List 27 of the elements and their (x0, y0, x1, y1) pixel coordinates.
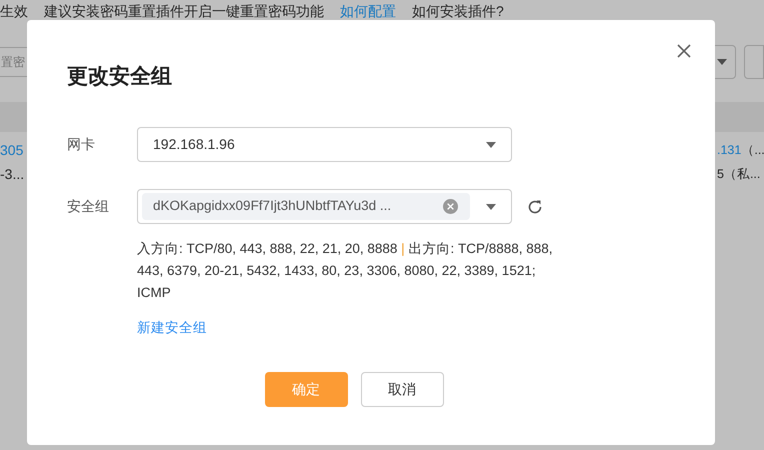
config-link[interactable]: 如何配置 (340, 0, 396, 22)
caret-icon (486, 204, 496, 210)
security-group-select[interactable]: dKOKapgidxx09Ff7Ijt3hUNbtfTAYu3d ... (137, 189, 512, 224)
field-label: 网卡 (67, 135, 96, 154)
status-text: 生效 (0, 2, 28, 20)
ip-text: 5 (717, 166, 724, 183)
cancel-button[interactable]: 取消 (360, 372, 444, 408)
ip-note: （私... (724, 166, 760, 183)
dialog-title: 更改安全组 (67, 64, 173, 90)
tag-chip: dKOKapgidxx09Ff7Ijt3hUNbtfTAYu3d ... (142, 193, 470, 220)
close-icon[interactable] (677, 44, 691, 58)
refresh-icon[interactable] (527, 198, 543, 214)
instance-note: -3... (0, 165, 24, 184)
filter-field[interactable] (744, 45, 764, 79)
create-group-link[interactable]: 新建安全组 (137, 318, 207, 338)
nic-select[interactable]: 192.168.1.96 (137, 127, 512, 162)
help-text: 如何安装插件? (412, 2, 504, 20)
rules-text: 入方向: TCP/80, 443, 888, 22, 21, 20, 8888 | 出方向: TCP/8888, 888, 443, 6379, 20-21, 5432, 1433, 80, 23, 3306, 8080, 22, 3389, 1521; ICMP (137, 240, 554, 302)
caret-icon (717, 59, 727, 65)
notice-text: 建议安装密码重置插件开启一键重置密码功能 (44, 2, 324, 20)
field-label: 安全组 (67, 197, 110, 216)
ip-note: （... (741, 142, 764, 159)
confirm-button[interactable]: 确定 (264, 372, 348, 408)
instance-id[interactable]: 305 (0, 138, 24, 162)
clear-icon[interactable] (443, 199, 458, 214)
ip-text[interactable]: .131 (717, 138, 742, 162)
caret-icon (486, 142, 496, 148)
